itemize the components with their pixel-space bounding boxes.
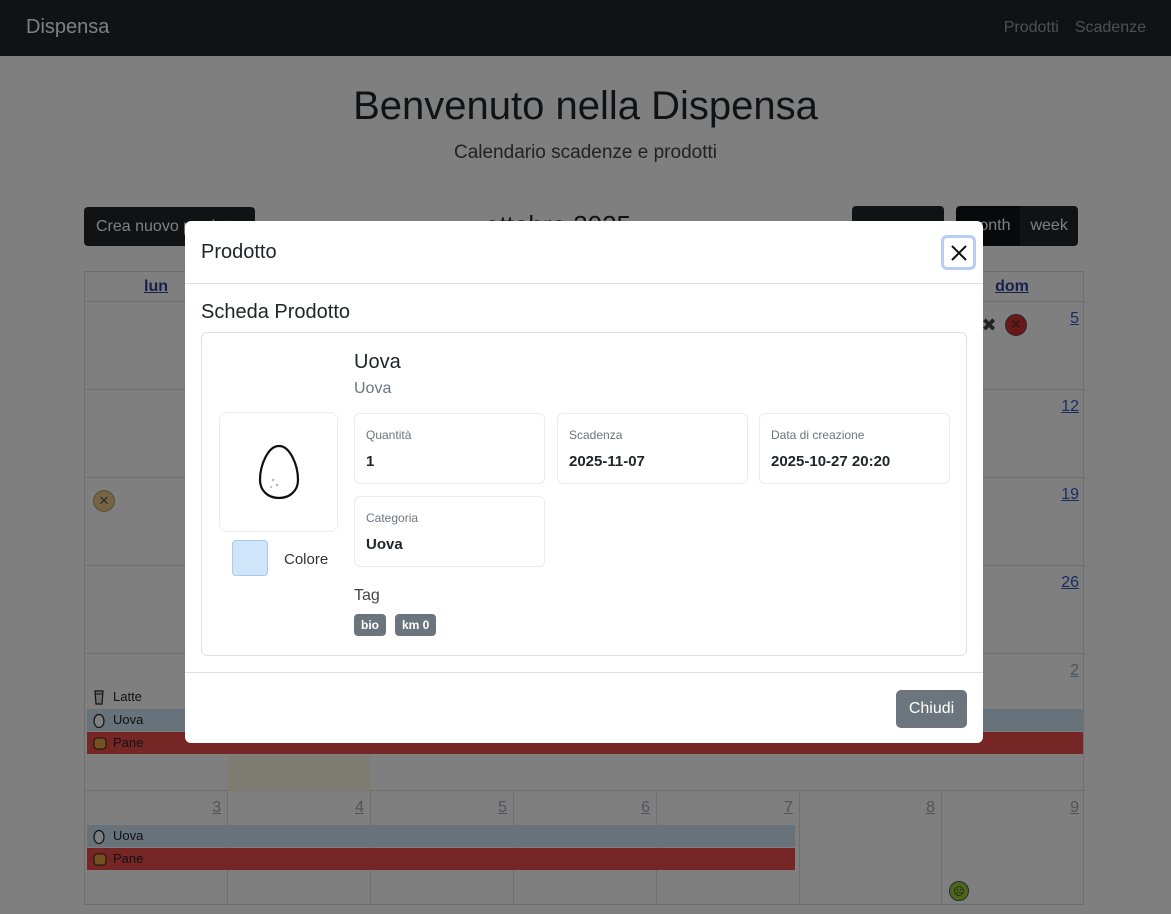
field-value: 1 xyxy=(366,453,375,470)
modal-header: Prodotto xyxy=(185,221,983,284)
tag-label: Tag xyxy=(354,587,380,604)
field-value: Uova xyxy=(366,536,403,553)
tag-list: bio km 0 xyxy=(354,614,437,636)
field-scadenza: Scadenza 2025-11-07 xyxy=(557,413,748,484)
field-label: Data di creazione xyxy=(771,428,865,442)
field-label: Quantità xyxy=(366,428,412,442)
color-swatch xyxy=(232,540,268,576)
field-categoria: Categoria Uova xyxy=(354,496,545,567)
tag-badge: bio xyxy=(354,614,386,636)
product-card: Colore Uova Uova Quantità 1 Scadenza 202… xyxy=(201,332,967,656)
product-subtitle: Uova xyxy=(354,380,392,397)
section-title: Scheda Prodotto xyxy=(201,301,350,323)
product-image xyxy=(219,412,338,532)
field-value: 2025-11-07 xyxy=(569,453,645,470)
field-value: 2025-10-27 20:20 xyxy=(771,453,891,470)
chiudi-button[interactable]: Chiudi xyxy=(896,690,967,728)
field-data-creazione: Data di creazione 2025-10-27 20:20 xyxy=(759,413,950,484)
close-icon xyxy=(950,244,967,261)
modal-title: Prodotto xyxy=(201,241,277,263)
field-label: Categoria xyxy=(366,511,419,525)
egg-icon xyxy=(258,444,299,500)
field-label: Scadenza xyxy=(569,428,623,442)
field-quantita: Quantità 1 xyxy=(354,413,545,484)
color-label: Colore xyxy=(284,551,329,568)
tag-badge: km 0 xyxy=(395,614,437,636)
close-button[interactable] xyxy=(941,235,976,270)
product-name: Uova xyxy=(354,351,401,373)
product-modal: Prodotto Scheda Prodotto Colore Uova Uov… xyxy=(185,221,983,743)
modal-footer: Chiudi xyxy=(185,672,983,743)
